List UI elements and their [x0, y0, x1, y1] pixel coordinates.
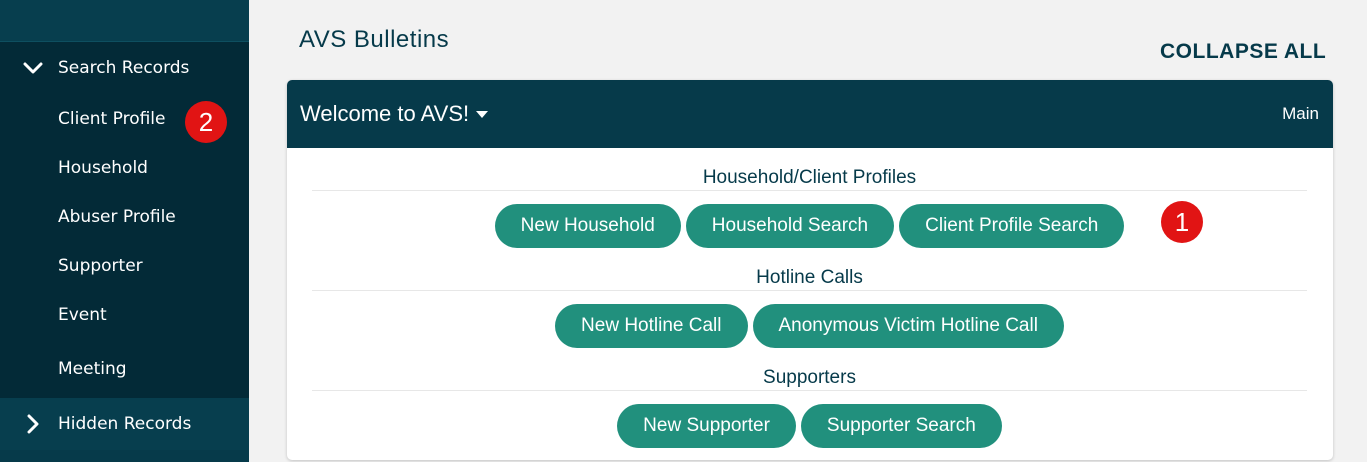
group-hotline-calls: Hotline Calls New Hotline Call Anonymous… — [312, 267, 1307, 348]
button-row: New Household Household Search Client Pr… — [312, 204, 1307, 248]
new-household-button[interactable]: New Household — [494, 204, 681, 248]
group-supporters: Supporters New Supporter Supporter Searc… — [312, 367, 1307, 448]
new-supporter-button[interactable]: New Supporter — [617, 404, 796, 448]
hidden-records-label: Hidden Records — [58, 414, 192, 434]
annotation-badge-2: 2 — [185, 101, 227, 143]
annotation-badge-1: 1 — [1161, 201, 1203, 243]
supporter-search-button[interactable]: Supporter Search — [800, 404, 1002, 448]
hidden-records-header[interactable]: Hidden Records — [0, 398, 249, 450]
sidebar-item-meeting[interactable]: Meeting — [0, 339, 249, 398]
client-profile-search-button[interactable]: Client Profile Search — [899, 204, 1125, 248]
group-label: Household/Client Profiles — [702, 167, 917, 188]
sidebar-item-abuser-profile[interactable]: Abuser Profile — [0, 192, 249, 241]
panel-header: Welcome to AVS! Main — [287, 80, 1333, 148]
search-records-label: Search Records — [58, 58, 190, 78]
page-title: AVS Bulletins — [299, 26, 450, 53]
bulletin-panel: Welcome to AVS! Main Household/Client Pr… — [287, 80, 1333, 460]
new-hotline-call-button[interactable]: New Hotline Call — [555, 304, 748, 348]
sidebar-item-label: Event — [58, 304, 107, 325]
search-records-header[interactable]: Search Records — [0, 42, 249, 94]
sidebar-item-event[interactable]: Event — [0, 290, 249, 339]
sidebar-item-supporter[interactable]: Supporter — [0, 241, 249, 290]
panel-main-label: Main — [1282, 104, 1319, 123]
button-row: New Hotline Call Anonymous Victim Hotlin… — [312, 304, 1307, 348]
sidebar-top-bar — [0, 0, 249, 42]
panel-title-label: Welcome to AVS! — [300, 101, 470, 126]
divider — [312, 190, 1307, 191]
sidebar-item-label: Household — [58, 157, 148, 178]
caret-down-icon — [476, 110, 489, 118]
sidebar-item-label: Meeting — [58, 358, 127, 379]
anonymous-victim-hotline-call-button[interactable]: Anonymous Victim Hotline Call — [752, 304, 1064, 348]
household-search-button[interactable]: Household Search — [685, 204, 895, 248]
sidebar-item-label: Supporter — [58, 255, 143, 276]
sidebar: Search Records Client Profile Household … — [0, 0, 249, 462]
group-household-client-profiles: Household/Client Profiles New Household … — [312, 167, 1307, 248]
chevron-right-icon — [22, 413, 44, 435]
collapse-all-button[interactable]: COLLAPSE ALL — [1160, 40, 1326, 64]
sidebar-item-label: Client Profile — [58, 108, 166, 129]
chevron-down-icon — [22, 57, 44, 79]
divider — [312, 290, 1307, 291]
sidebar-item-label: Abuser Profile — [58, 206, 176, 227]
divider — [312, 390, 1307, 391]
sidebar-item-household[interactable]: Household — [0, 143, 249, 192]
button-row: New Supporter Supporter Search — [312, 404, 1307, 448]
search-records-section: Search Records Client Profile Household … — [0, 42, 249, 398]
group-label: Supporters — [763, 367, 856, 388]
panel-title-dropdown[interactable]: Welcome to AVS! — [300, 101, 489, 127]
group-label: Hotline Calls — [756, 267, 863, 288]
